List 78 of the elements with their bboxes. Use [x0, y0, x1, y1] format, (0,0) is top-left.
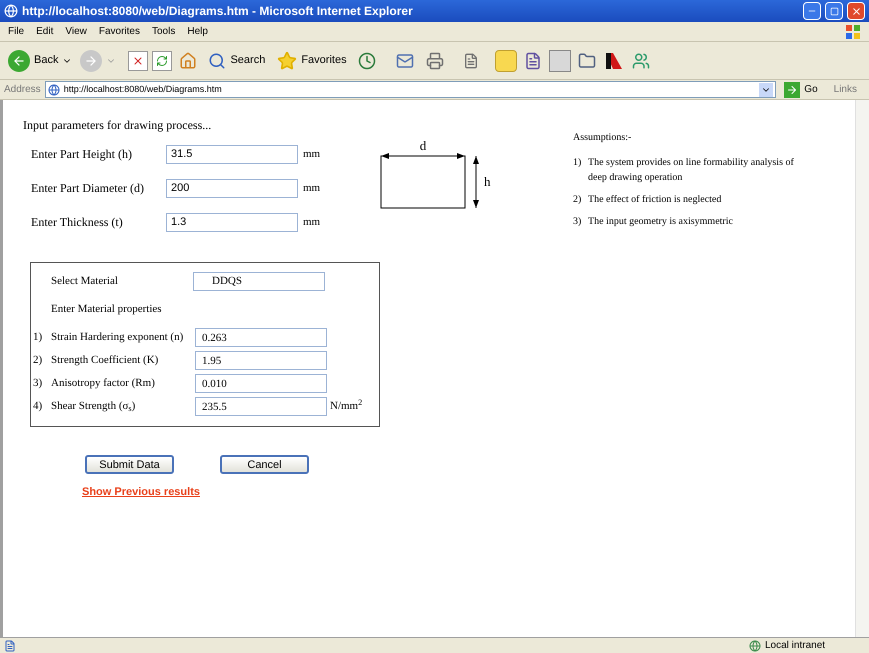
item-number: 2) — [32, 353, 44, 368]
go-arrow-icon — [786, 84, 798, 96]
intranet-icon — [749, 640, 761, 652]
close-button[interactable] — [847, 2, 865, 20]
item-number: 2) — [573, 193, 582, 207]
material-field[interactable]: DDQS — [193, 272, 325, 290]
refresh-button[interactable] — [152, 50, 172, 70]
history-icon — [358, 52, 376, 70]
property-label: Strain Hardering exponent (n) — [51, 330, 184, 346]
menu-item[interactable]: Favorites — [98, 24, 140, 39]
property-label: Anisotropy factor (Rm) — [51, 376, 156, 392]
minimize-button[interactable] — [803, 2, 821, 20]
stop-icon — [132, 54, 144, 66]
field-label: Enter Part Height (h) — [31, 146, 133, 163]
window-title: http://localhost:8080/web/Diagrams.htm - Microsoft Internet Explorer — [22, 3, 414, 20]
links-button[interactable]: Links — [826, 82, 865, 97]
page-icon — [4, 4, 18, 18]
stop-button[interactable] — [128, 50, 148, 70]
field-label: Enter Part Diameter (d) — [31, 180, 145, 197]
properties-heading: Enter Material properties — [50, 302, 163, 317]
assumption-text: The system provides on line formability analysis of deep drawing operation — [588, 156, 795, 185]
page-icon — [4, 640, 16, 652]
menu-item[interactable]: Help — [187, 24, 208, 39]
search-button[interactable]: Search — [204, 46, 270, 76]
select-material-label: Select Material — [51, 274, 119, 289]
maximize-button[interactable] — [825, 2, 843, 20]
unit-label: mm — [303, 146, 320, 162]
input-field[interactable]: 1.3 — [166, 212, 298, 232]
field-label: Enter Thickness (t) — [31, 214, 124, 231]
zone-label: Local intranet — [765, 639, 826, 653]
assumption-text: The input geometry is axisymmetric — [588, 215, 734, 229]
folder-icon — [578, 52, 596, 70]
address-label: Address — [4, 83, 41, 97]
input-field[interactable]: 31.5 — [166, 144, 298, 164]
toolbar-button[interactable] — [548, 50, 571, 72]
document-icon — [462, 52, 479, 68]
print-icon — [426, 52, 444, 70]
back-button[interactable]: Back — [4, 46, 76, 76]
menu-item[interactable]: Tools — [152, 24, 176, 39]
input-field[interactable]: 200 — [166, 178, 298, 198]
item-number: 4) — [32, 399, 44, 414]
item-number: 1) — [32, 330, 44, 346]
item-number: 1) — [573, 156, 582, 170]
go-button[interactable]: Go — [780, 82, 822, 98]
close-icon — [850, 6, 862, 16]
unit-label: mm — [303, 180, 320, 196]
windows-logo-icon — [845, 24, 861, 40]
form-heading: Input parameters for drawing process... — [23, 117, 212, 134]
form-button[interactable]: Cancel — [220, 454, 309, 474]
input-field[interactable]: 0.010 — [195, 374, 327, 393]
home-icon — [179, 52, 198, 70]
star-icon — [277, 50, 298, 70]
form-button[interactable]: Submit Data — [85, 454, 174, 474]
item-number: 3) — [32, 376, 44, 392]
input-field[interactable]: 235.5 — [195, 397, 327, 416]
assumption-text: The effect of friction is neglected — [588, 193, 722, 207]
property-label: Shear Strength (σ$_{s}$) — [51, 399, 136, 415]
refresh-icon — [156, 54, 168, 66]
input-field[interactable]: 0.263 — [195, 328, 327, 347]
back-arrow-icon — [12, 54, 26, 68]
previous-results-link[interactable]: Show Previous results — [82, 484, 573, 500]
menu-item[interactable]: View — [65, 24, 87, 39]
maximize-icon — [830, 6, 838, 16]
input-field[interactable]: 1.95 — [195, 351, 327, 370]
menu-item[interactable]: File — [8, 24, 24, 39]
address-field[interactable]: http://localhost:8080/web/Diagrams.htm — [44, 81, 776, 98]
unit-label: N/mm$^{2}$ — [330, 398, 362, 414]
mail-icon — [396, 52, 414, 70]
item-number: 3) — [573, 215, 582, 229]
unit-label: mm — [303, 214, 320, 230]
assumptions-title: Assumptions:- — [573, 131, 632, 145]
document-icon — [524, 52, 542, 70]
search-icon — [208, 52, 226, 70]
page-icon — [48, 84, 60, 96]
menu-item[interactable]: Edit — [36, 24, 54, 39]
favorites-button[interactable]: Favorites — [273, 46, 351, 76]
users-icon — [632, 52, 650, 70]
property-label: Strength Coefficient (K) — [51, 353, 160, 368]
